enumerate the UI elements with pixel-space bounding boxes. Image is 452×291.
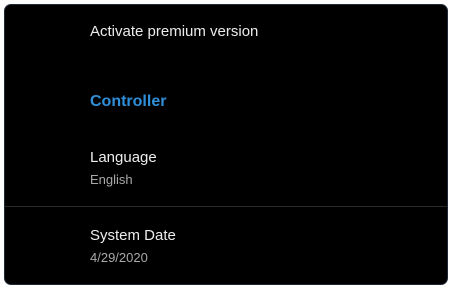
settings-screen: Activate premium version Controller Lang… [4,4,448,285]
section-header-controller: Controller [90,93,167,110]
system-date-value: 4/29/2020 [90,250,148,265]
activate-premium-item[interactable]: Activate premium version [5,5,447,65]
system-date-setting-item[interactable]: System Date 4/29/2020 [5,207,447,284]
language-value: English [90,172,133,187]
language-setting-item[interactable]: Language English [5,135,447,206]
system-date-title: System Date [90,227,176,244]
activate-premium-label: Activate premium version [90,23,259,40]
language-title: Language [90,149,157,166]
